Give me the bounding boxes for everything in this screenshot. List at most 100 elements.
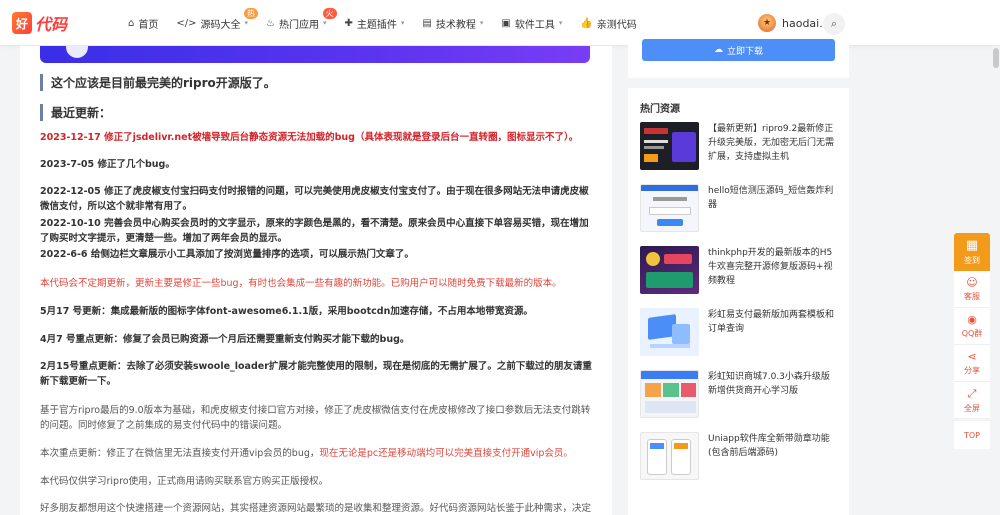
thumbnail [640,432,699,480]
hot-item[interactable]: hello短信测压源码_短信轰炸利器 [640,184,840,234]
logo-text: 代码 [35,15,68,34]
service-label: 客服 [964,292,980,301]
update-2022-12-05: 2022-12-05 修正了虎皮椒支付宝扫码支付时报错的问题，可以完美使用虎皮椒… [40,186,589,212]
download-card: ☁ 立即下载 [628,35,849,78]
intro-paragraph: 好多朋友都想用这个快速搭建一个资源网站，其实搭建资源网站最繁琐的是收集和整理资源… [40,503,592,514]
hot-item-title: hello短信测压源码_短信轰炸利器 [708,186,834,210]
update-notice: 本代码会不定期更新，更新主要是修正一些bug，有时也会集成一些有趣的新功能。已购… [40,278,562,289]
nav-tutorials[interactable]: ▤ 技术教程 ▾ [422,0,483,46]
vip-fix-text: 本次重点更新：修正了在微信里无法直接支付开通vip会员的bug， [40,448,320,459]
nav-label: 亲测代码 [596,19,637,31]
avatar: ★ [758,14,776,32]
article-banner [40,46,590,63]
thumbnail [640,370,699,418]
site-logo[interactable]: 好 代码 [12,9,67,37]
hot-item[interactable]: 【最新更新】ripro9.2最新修正升级完美版，无加密无后门无需扩展，支持虚拟主… [640,122,840,172]
main-nav: ⌂ 首页 </> 源码大全 ▾ 热 ♨ 热门应用 ▾ 火 ✚ 主题插件 ▾ ▤ … [128,0,655,46]
hot-item[interactable]: 彩虹知识商城7.0.3小森升级版新增供货商开心学习版 [640,370,840,420]
briefcase-icon: ▣ [501,17,511,29]
qq-label: QQ群 [961,329,983,338]
update-2023-12-17: 2023-12-17 修正了jsdelivr.net被墙导致后台静态资源无法加载… [40,132,579,143]
nav-label: 技术教程 [435,19,476,31]
back-to-top-button[interactable]: TOP [954,421,990,449]
vip-fix-note: 本次重点更新：修正了在微信里无法直接支付开通vip会员的bug，现在无论是pc还… [40,446,595,461]
license-note: 本代码仅供学习ripro使用，正式商用请购买联系官方购买正版授权。 [40,476,329,487]
chevron-down-icon: ▾ [400,19,405,27]
nav-label: 源码大全 [200,19,241,31]
top-header: 好 代码 ⌂ 首页 </> 源码大全 ▾ 热 ♨ 热门应用 ▾ 火 ✚ 主题插件… [0,0,1000,46]
hot-item-title: 彩虹易支付最新版加两套模板和订单查询 [708,310,835,334]
download-label: 立即下载 [726,46,763,57]
chevron-down-icon: ▾ [479,19,484,27]
nav-label: 主题插件 [356,19,397,31]
section-heading: 最近更新： [40,104,595,121]
qq-icon: ◉ [967,313,977,326]
nav-label: 软件工具 [514,19,555,31]
hot-item-title: 彩虹知识商城7.0.3小森升级版新增供货商开心学习版 [708,372,830,396]
article-content: 这个应该是目前最完美的ripro开源版了。 最近更新： 2023-12-17 修… [20,46,612,515]
hot-badge: 热 [244,8,259,19]
update-apr-7: 4月7 号重点更新：修复了会员已购资源一个月后还需要重新支付购买才能下载的bug… [40,334,410,345]
thumbs-up-icon: 👍 [580,17,593,29]
headset-icon: ☺ [966,276,978,289]
thumbnail [640,246,699,294]
update-2022-10-10: 2022-10-10 完善会员中心购买会员时的文字显示，原来的字颜色是黑的，看不… [40,218,589,244]
nav-label: 热门应用 [278,19,319,31]
hot-item[interactable]: thinkphp开发的最新版本的H5牛欢喜完整开源修复版源码+视频教程 [640,246,840,296]
hot-item[interactable]: 彩虹易支付最新版加两套模板和订单查询 [640,308,840,358]
back-to-top-label: TOP [963,430,980,440]
hot-item-title: Uniapp软件库全新带勋章功能(包含前后端源码) [708,434,830,458]
home-icon: ⌂ [128,17,135,29]
chevron-down-icon: ▾ [244,19,249,27]
flame-icon: ♨ [266,17,275,29]
floating-toolbar: ▦ 签到 ☺ 客服 ◉ QQ群 ⋖ 分享 ⤢ 全屏 TOP [954,233,990,449]
update-2023-7-05: 2023-7-05 修正了几个bug。 [40,159,175,170]
scrollbar-thumb[interactable] [993,48,999,68]
search-icon: ⌕ [830,17,838,30]
thumbnail [640,308,699,356]
user-menu[interactable]: ★ haodai... [758,14,830,32]
update-feb-15: 2月15号重点更新：去除了必须安装swoole_loader扩展才能完整使用的限… [40,361,592,387]
sign-in-button[interactable]: ▦ 签到 [954,233,990,271]
nav-home[interactable]: ⌂ 首页 [128,0,158,46]
customer-service-button[interactable]: ☺ 客服 [954,271,990,308]
hot-resources-widget: 热门资源 【最新更新】ripro9.2最新修正升级完美版，无加密无后门无需扩展，… [628,88,849,515]
thumbnail [640,122,699,170]
cloud-download-icon: ☁ [713,45,723,55]
fullscreen-label: 全屏 [964,403,980,413]
nav-themes[interactable]: ✚ 主题插件 ▾ [345,0,405,46]
expand-icon: ⤢ [967,386,977,400]
search-button[interactable]: ⌕ [823,13,845,35]
fullscreen-button[interactable]: ⤢ 全屏 [954,382,990,419]
nav-label: 首页 [138,19,159,31]
vip-fix-highlight: 现在无论是pc还是移动端均可以完美直接支付开通vip会员。 [319,448,573,459]
chevron-down-icon: ▾ [558,19,563,27]
hot-item-title: 【最新更新】ripro9.2最新修正升级完美版，无加密无后门无需扩展，支持虚拟主… [708,124,835,162]
nav-source-code[interactable]: </> 源码大全 ▾ 热 [176,0,259,46]
update-may-17: 5月17 号更新：集成最新版的图标字体font-awesome6.1.1版，采用… [40,306,533,317]
widget-title: 热门资源 [640,104,680,115]
chevron-down-icon: ▾ [322,19,327,27]
fire-badge: 火 [322,8,337,19]
logo-mark: 好 [12,12,32,34]
scrollbar-track[interactable] [992,46,1000,515]
thumbnail [640,184,699,232]
hot-item-title: thinkphp开发的最新版本的H5牛欢喜完整开源修复版源码+视频教程 [708,248,833,286]
book-icon: ▤ [422,17,432,29]
calendar-icon: ▦ [965,238,979,253]
base-version-note: 基于官方ripro最后的9.0版本为基础，和虎皮椒支付接口官方对接，修正了虎皮椒… [40,405,591,431]
article-lead: 这个应该是目前最完美的ripro开源版了。 [40,74,595,91]
puzzle-icon: ✚ [344,17,353,29]
update-2022-6-6: 2022-6-6 给侧边栏文章展示小工具添加了按浏览量排序的选项，可以展示热门文… [40,249,414,260]
download-button[interactable]: ☁ 立即下载 [642,39,835,61]
nav-hot-apps[interactable]: ♨ 热门应用 ▾ 火 [266,0,337,46]
nav-tools[interactable]: ▣ 软件工具 ▾ [501,0,562,46]
share-button[interactable]: ⋖ 分享 [954,345,990,382]
share-icon: ⋖ [967,350,977,363]
qq-group-button[interactable]: ◉ QQ群 [954,308,990,345]
share-label: 分享 [964,366,980,375]
banner-decoration [66,46,88,58]
hot-item[interactable]: Uniapp软件库全新带勋章功能(包含前后端源码) [640,432,840,482]
code-icon: </> [176,17,197,29]
sign-in-label: 签到 [964,256,980,265]
